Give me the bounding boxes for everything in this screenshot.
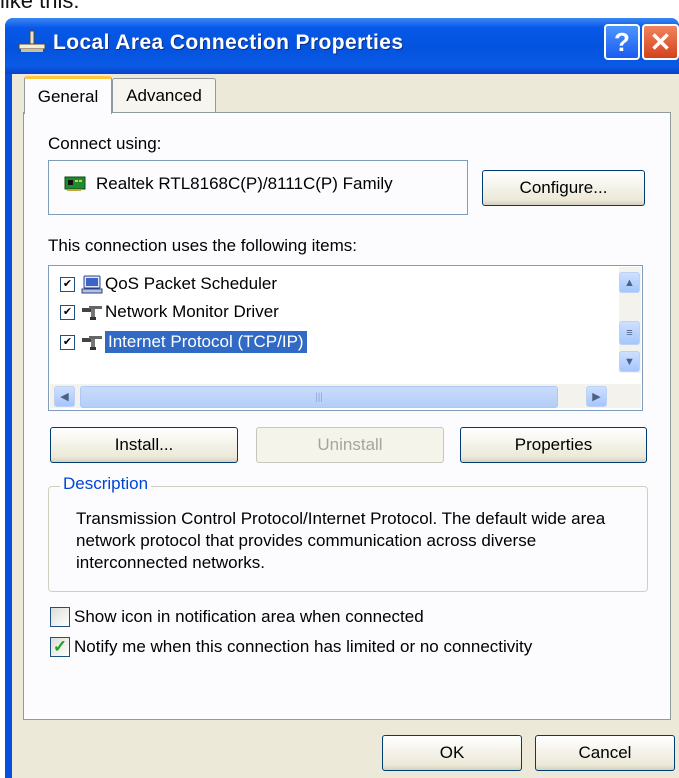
scroll-left-icon[interactable]: ◀	[54, 386, 75, 407]
tab-general[interactable]: General	[24, 76, 112, 114]
scroll-thumb-vertical[interactable]: ≡	[619, 321, 640, 345]
scroll-down-icon[interactable]: ▼	[619, 351, 640, 372]
qos-scheduler-icon	[81, 275, 103, 294]
window-title: Local Area Connection Properties	[53, 31, 404, 54]
network-component-icon	[82, 306, 102, 320]
list-item-qos[interactable]: ✔ QoS Packet Scheduler	[60, 270, 277, 298]
description-title: Description	[60, 474, 152, 494]
uninstall-button: Uninstall	[256, 427, 444, 463]
show-icon-option[interactable]: Show icon in notification area when conn…	[50, 607, 424, 627]
list-item-label: QoS Packet Scheduler	[105, 274, 277, 293]
scroll-thumb-horizontal[interactable]: |||	[80, 386, 558, 408]
notify-option[interactable]: ✓ Notify me when this connection has lim…	[50, 637, 532, 657]
tcp-ip-checkbox[interactable]: ✔	[60, 334, 75, 350]
list-item-network-monitor[interactable]: ✔ Network Monitor Driver	[60, 298, 279, 326]
install-button[interactable]: Install...	[50, 427, 238, 463]
network-adapter-icon	[64, 176, 86, 191]
network-connection-icon	[18, 30, 46, 52]
help-button[interactable]: ?	[604, 24, 640, 60]
list-item-tcp-ip[interactable]: ✔ Internet Protocol (TCP/IP)	[60, 328, 307, 356]
page-caption: like this:	[0, 0, 80, 13]
scroll-up-icon[interactable]: ▲	[619, 272, 640, 293]
configure-button[interactable]: Configure...	[482, 170, 645, 206]
properties-button[interactable]: Properties	[460, 427, 647, 463]
items-label: This connection uses the following items…	[48, 236, 357, 255]
qos-checkbox[interactable]: ✔	[60, 276, 75, 292]
close-button[interactable]: ✕	[642, 24, 679, 60]
list-item-label: Network Monitor Driver	[105, 302, 279, 321]
show-icon-checkbox[interactable]	[50, 607, 70, 627]
adapter-name: Realtek RTL8168C(P)/8111C(P) Family	[96, 174, 393, 193]
connect-using-label: Connect using:	[48, 134, 162, 153]
tab-advanced[interactable]: Advanced	[112, 78, 216, 112]
network-monitor-checkbox[interactable]: ✔	[60, 304, 75, 320]
show-icon-label: Show icon in notification area when conn…	[74, 607, 424, 626]
list-item-label-selected: Internet Protocol (TCP/IP)	[105, 331, 307, 353]
vertical-scrollbar[interactable]: ▲ ≡ ▼	[619, 267, 641, 373]
scroll-right-icon[interactable]: ▶	[586, 386, 607, 407]
network-component-icon	[82, 336, 102, 350]
notify-label: Notify me when this connection has limit…	[74, 637, 533, 656]
notify-checkbox[interactable]: ✓	[50, 637, 70, 657]
cancel-button[interactable]: Cancel	[535, 735, 675, 771]
description-text: Transmission Control Protocol/Internet P…	[76, 509, 606, 572]
ok-button[interactable]: OK	[382, 735, 522, 771]
